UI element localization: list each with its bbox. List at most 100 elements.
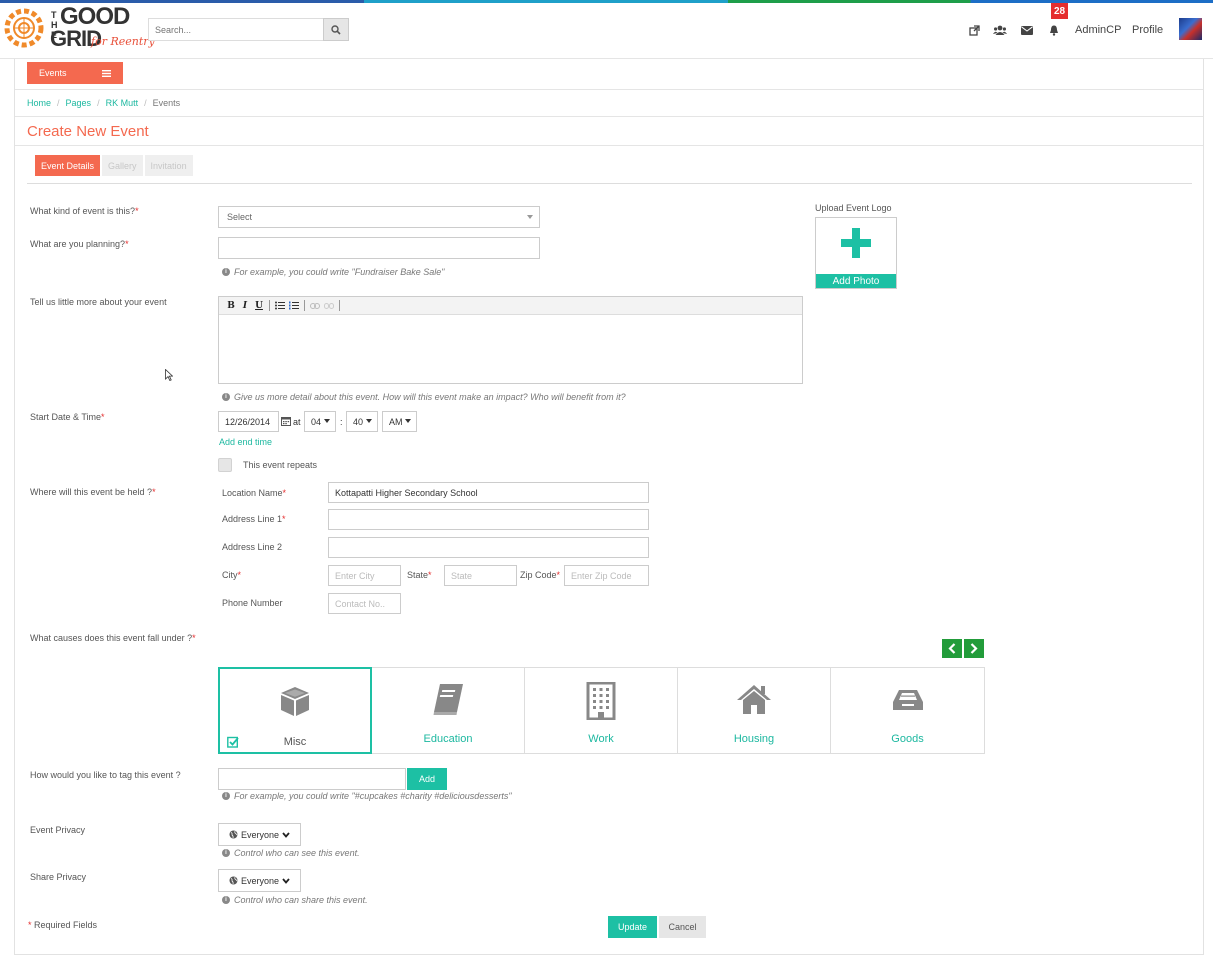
address1-label: Address Line 1* <box>222 514 286 524</box>
start-date-label: Start Date & Time* <box>30 412 105 422</box>
minute-select[interactable]: 40 <box>346 411 378 432</box>
cause-work[interactable]: Work <box>525 668 678 753</box>
add-end-time-link[interactable]: Add end time <box>219 437 272 447</box>
share-privacy-hint: i Control who can share this event. <box>222 895 368 905</box>
city-label: City* <box>222 570 242 580</box>
causes-next-button[interactable] <box>964 639 984 658</box>
search-icon <box>331 24 341 35</box>
underline-icon[interactable]: U <box>253 300 265 312</box>
notification-badge: 28 <box>1051 3 1068 19</box>
upload-logo-label: Upload Event Logo <box>815 203 892 213</box>
planning-label: What are you planning?* <box>30 239 129 249</box>
event-kind-label: What kind of event is this?* <box>30 206 139 216</box>
cause-goods[interactable]: Goods <box>831 668 984 753</box>
address2-label: Address Line 2 <box>222 542 283 552</box>
tab-invitation[interactable]: Invitation <box>144 155 193 176</box>
mouse-cursor-icon <box>165 369 173 381</box>
info-icon: i <box>222 792 230 800</box>
content-frame <box>14 59 1204 955</box>
planning-hint: i For example, you could write "Fundraise… <box>222 267 445 277</box>
form-tabs: Event Details Gallery Invitation <box>35 155 193 176</box>
cause-label: Goods <box>891 733 924 745</box>
info-icon: i <box>222 268 230 276</box>
phone-label: Phone Number <box>222 598 283 608</box>
zip-input[interactable]: Enter Zip Code <box>564 565 649 586</box>
causes-label: What causes does this event fall under ?… <box>30 633 196 643</box>
gear-logo-icon <box>4 8 44 48</box>
events-menu-button[interactable]: Events <box>27 62 123 84</box>
tab-gallery[interactable]: Gallery <box>102 155 143 176</box>
causes-prev-button[interactable] <box>942 639 962 658</box>
chevron-down-icon <box>282 877 290 884</box>
event-privacy-dropdown[interactable]: Everyone <box>218 823 301 846</box>
cause-housing[interactable]: Housing <box>678 668 831 753</box>
caret-down-icon <box>324 419 330 423</box>
search-button[interactable] <box>323 18 349 41</box>
event-kind-select[interactable]: Select <box>218 206 540 228</box>
breadcrumb-pages[interactable]: Pages <box>66 98 92 108</box>
calendar-icon[interactable] <box>281 416 291 426</box>
divider <box>15 89 1203 90</box>
chevron-down-icon <box>527 215 533 219</box>
tabs-underline <box>27 183 1192 184</box>
add-tag-button[interactable]: Add <box>407 768 447 790</box>
breadcrumb-current: Events <box>152 98 181 108</box>
tags-input[interactable] <box>218 768 406 790</box>
planning-input[interactable] <box>218 237 540 259</box>
divider <box>15 116 1203 117</box>
avatar[interactable] <box>1179 18 1202 40</box>
admincp-link[interactable]: AdminCP <box>1075 24 1121 36</box>
cube-icon <box>281 687 309 716</box>
globe-icon <box>229 830 238 839</box>
description-editor[interactable]: B I U <box>218 296 803 384</box>
book-icon <box>433 684 463 715</box>
address1-input[interactable] <box>328 509 649 530</box>
cancel-button[interactable]: Cancel <box>659 916 706 938</box>
ampm-select[interactable]: AM <box>382 411 417 432</box>
state-label: State* <box>407 570 432 580</box>
share-privacy-label: Share Privacy <box>30 872 87 882</box>
editor-toolbar: B I U <box>219 297 802 315</box>
breadcrumb-rk-mutt[interactable]: RK Mutt <box>106 98 139 108</box>
tags-hint: i For example, you could write "#cupcakes… <box>222 791 512 801</box>
cause-misc[interactable]: Misc <box>218 667 372 754</box>
event-privacy-label: Event Privacy <box>30 825 86 835</box>
unlink-icon[interactable] <box>323 300 335 312</box>
update-button[interactable]: Update <box>608 916 657 938</box>
external-link-icon[interactable] <box>966 22 982 38</box>
profile-link[interactable]: Profile <box>1132 24 1163 36</box>
numbered-list-icon[interactable] <box>288 300 300 312</box>
add-photo-button[interactable]: Add Photo <box>816 274 896 288</box>
zip-label: Zip Code* <box>520 570 561 580</box>
search-input[interactable] <box>148 18 324 41</box>
city-input[interactable]: Enter City <box>328 565 401 586</box>
description-label: Tell us little more about your event <box>30 297 167 307</box>
phone-input[interactable]: Contact No.. <box>328 593 401 614</box>
hour-select[interactable]: 04 <box>304 411 336 432</box>
cause-education[interactable]: Education <box>372 668 525 753</box>
location-name-input[interactable]: Kottapatti Higher Secondary School <box>328 482 649 503</box>
event-privacy-hint: i Control who can see this event. <box>222 848 360 858</box>
share-privacy-dropdown[interactable]: Everyone <box>218 869 301 892</box>
envelope-icon[interactable] <box>1019 22 1035 38</box>
upload-logo-box[interactable]: Add Photo <box>815 217 897 289</box>
users-icon[interactable] <box>992 22 1008 38</box>
link-icon[interactable] <box>309 300 321 312</box>
bell-icon[interactable] <box>1046 22 1062 38</box>
brand-logo[interactable]: THE GOOD GRID for Reentry <box>2 4 155 52</box>
bullet-list-icon[interactable] <box>274 300 286 312</box>
repeats-checkbox[interactable] <box>218 458 232 472</box>
tab-event-details[interactable]: Event Details <box>35 155 101 176</box>
address2-input[interactable] <box>328 537 649 558</box>
bold-icon[interactable]: B <box>225 300 237 312</box>
breadcrumb-home[interactable]: Home <box>27 98 51 108</box>
italic-icon[interactable]: I <box>239 300 251 312</box>
required-fields-note: * Required Fields <box>28 920 98 930</box>
events-menu-label: Events <box>39 68 67 78</box>
causes-carousel: Misc Education Work Housing Goods <box>218 667 985 754</box>
state-input[interactable]: State <box>444 565 517 586</box>
chevron-down-icon <box>282 831 290 838</box>
page-title: Create New Event <box>27 123 149 140</box>
start-date-input[interactable]: 12/26/2014 <box>218 411 279 432</box>
caret-down-icon <box>405 419 411 423</box>
